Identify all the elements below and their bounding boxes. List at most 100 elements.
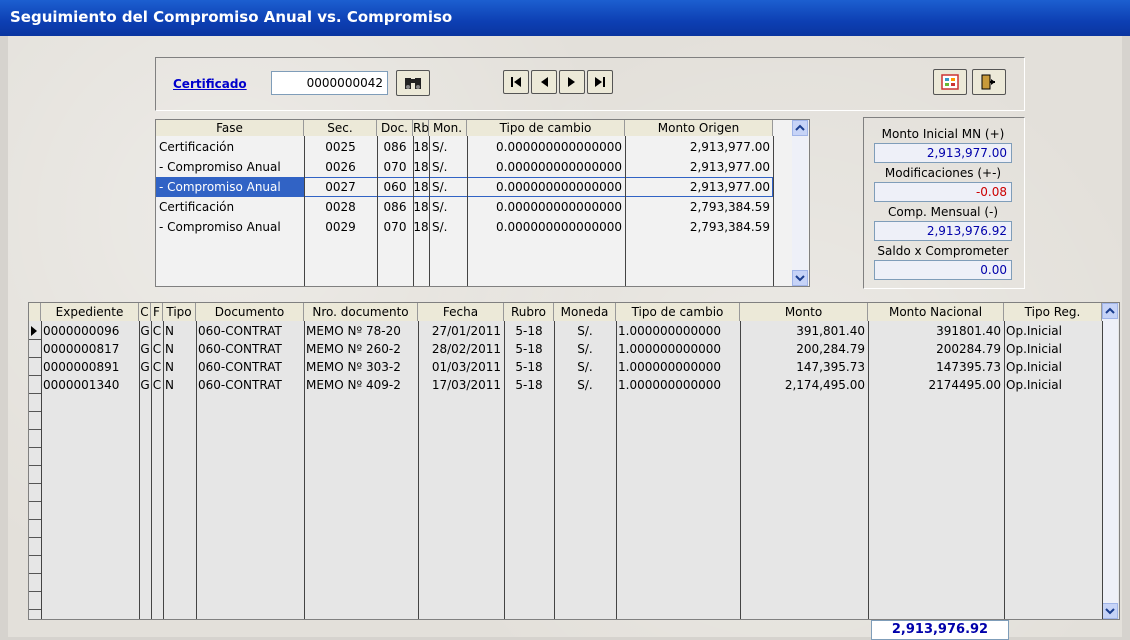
detail-column-header[interactable]: Rubro <box>504 303 554 321</box>
phase-column-header[interactable]: Sec. <box>304 120 377 136</box>
detail-column-header[interactable]: C <box>139 303 151 321</box>
detail-column-header[interactable]: F <box>151 303 163 321</box>
phase-cell: 18 <box>413 200 429 214</box>
detail-cell: S/. <box>577 324 593 338</box>
detail-scrollbar[interactable] <box>1102 303 1118 619</box>
phase-cell: 18 <box>413 180 429 194</box>
phase-row[interactable]: - Compromiso Anual 0026 070 18 S/. 0.00000000… <box>156 157 792 177</box>
detail-cell: 147,395.73 <box>796 360 865 374</box>
detail-cell: G <box>140 342 150 356</box>
detail-scroll-up-button[interactable] <box>1102 303 1118 319</box>
detail-column-header[interactable]: Moneda <box>554 303 616 321</box>
phase-column-header[interactable]: Mon. <box>429 120 467 136</box>
phase-cell: 18 <box>413 140 429 154</box>
column-divider <box>41 321 42 619</box>
last-record-button[interactable] <box>587 70 613 94</box>
detail-grid[interactable]: Expediente C F Tipo Documento Nro. documento F… <box>28 302 1120 620</box>
detail-cell: C <box>152 324 162 338</box>
column-divider <box>163 321 164 619</box>
modificaciones-label: Modificaciones (+-) <box>884 166 1002 180</box>
detail-column-header[interactable]: Tipo Reg. <box>1004 303 1102 321</box>
chevron-up-icon <box>1105 304 1115 318</box>
exit-button[interactable] <box>972 69 1006 95</box>
detail-column-header[interactable]: Documento <box>196 303 304 321</box>
phase-column-header[interactable]: Doc. <box>377 120 413 136</box>
detail-row[interactable]: 0000000891 G C N 060-CONTRAT MEMO Nº 303-2 01/… <box>29 358 1102 376</box>
phase-cell: 0025 <box>325 140 356 154</box>
detail-column-header[interactable]: Monto <box>740 303 868 321</box>
phases-grid[interactable]: Fase Sec. Doc. Rb. Mon. Tipo de cambio Monto O… <box>155 119 810 287</box>
saldo-label: Saldo x Comprometer <box>877 244 1009 258</box>
detail-cell: Op.Inicial <box>1006 324 1062 338</box>
row-indicator-line <box>29 375 41 376</box>
detail-cell: 2,174,495.00 <box>784 378 865 392</box>
phase-cell: 18 <box>413 160 429 174</box>
detail-cell: G <box>140 378 150 392</box>
phase-column-header[interactable]: Monto Origen <box>625 120 773 136</box>
detail-cell: 5-18 <box>515 324 543 338</box>
phase-row[interactable]: - Compromiso Anual 0027 060 18 S/. 0.00000000… <box>156 177 792 197</box>
last-record-icon <box>593 75 607 89</box>
scroll-down-button[interactable] <box>792 270 808 286</box>
phase-cell: 0.000000000000000 <box>496 200 622 214</box>
detail-row[interactable]: 0000000817 G C N 060-CONTRAT MEMO Nº 260-2 28/… <box>29 340 1102 358</box>
detail-scroll-down-button[interactable] <box>1102 603 1118 619</box>
detail-cell: 060-CONTRAT <box>198 342 282 356</box>
row-indicator-line <box>29 429 41 430</box>
total-field: 2,913,976.92 <box>871 620 1009 640</box>
row-indicator-header <box>29 303 41 321</box>
detail-cell: 1.000000000000 <box>618 378 722 392</box>
column-divider <box>139 321 140 619</box>
scroll-up-button[interactable] <box>792 120 808 136</box>
previous-record-button[interactable] <box>531 70 557 94</box>
window-title: Seguimiento del Compromiso Anual vs. Com… <box>10 8 453 26</box>
phase-row[interactable]: - Compromiso Anual 0029 070 18 S/. 0.00000000… <box>156 217 792 237</box>
phase-cell: Certificación <box>159 140 235 154</box>
detail-cell: 1.000000000000 <box>618 324 722 338</box>
column-divider <box>413 136 414 286</box>
phase-row[interactable]: Certificación 0025 086 18 S/. 0.0000000000000… <box>156 137 792 157</box>
first-record-button[interactable] <box>503 70 529 94</box>
detail-column-header[interactable]: Monto Nacional <box>868 303 1004 321</box>
phases-scrollbar[interactable] <box>792 120 808 286</box>
detail-cell: Op.Inicial <box>1006 342 1062 356</box>
detail-cell: MEMO Nº 260-2 <box>306 342 401 356</box>
phase-cell: 2,913,977.00 <box>689 140 770 154</box>
comp-mensual-label: Comp. Mensual (-) <box>887 205 999 219</box>
phase-column-header[interactable]: Fase <box>156 120 304 136</box>
detail-column-header[interactable]: Tipo de cambio <box>616 303 740 321</box>
chevron-down-icon <box>1105 604 1115 618</box>
monto-inicial-label: Monto Inicial MN (+) <box>881 127 1005 141</box>
row-indicator-line <box>29 411 41 412</box>
phase-cell: 086 <box>383 200 407 214</box>
column-divider <box>429 136 430 286</box>
phase-cell: 0027 <box>325 180 356 194</box>
detail-cell: 17/03/2011 <box>431 378 501 392</box>
detail-cell: S/. <box>577 378 593 392</box>
detail-column-header[interactable]: Expediente <box>41 303 139 321</box>
detail-row[interactable]: 0000000096 G C N 060-CONTRAT MEMO Nº 78-20 27/… <box>29 322 1102 340</box>
exit-icon <box>980 74 998 90</box>
next-record-button[interactable] <box>559 70 585 94</box>
phase-row[interactable]: Certificación 0028 086 18 S/. 0.0000000000000… <box>156 197 792 217</box>
search-button[interactable] <box>396 70 430 96</box>
phase-cell: 0029 <box>325 220 356 234</box>
column-divider <box>1004 321 1005 619</box>
detail-column-header[interactable]: Nro. documento <box>304 303 418 321</box>
detail-cell: N <box>165 378 174 392</box>
column-divider <box>377 136 378 286</box>
phase-column-header[interactable]: Rb. <box>413 120 433 136</box>
detail-column-header[interactable]: Tipo <box>163 303 196 321</box>
report-button[interactable] <box>933 69 967 95</box>
column-divider <box>1102 321 1103 619</box>
current-row-indicator-icon <box>31 326 37 336</box>
phase-cell: 0028 <box>325 200 356 214</box>
row-indicator-line <box>29 501 41 502</box>
column-divider <box>196 321 197 619</box>
certificado-link[interactable]: Certificado <box>173 77 247 91</box>
detail-row[interactable]: 0000001340 G C N 060-CONTRAT MEMO Nº 409-2 17/… <box>29 376 1102 394</box>
phase-column-header[interactable]: Tipo de cambio <box>467 120 625 136</box>
certificado-field[interactable]: 0000000042 <box>271 71 388 95</box>
phase-cell: 2,913,977.00 <box>689 180 770 194</box>
detail-column-header[interactable]: Fecha <box>418 303 504 321</box>
